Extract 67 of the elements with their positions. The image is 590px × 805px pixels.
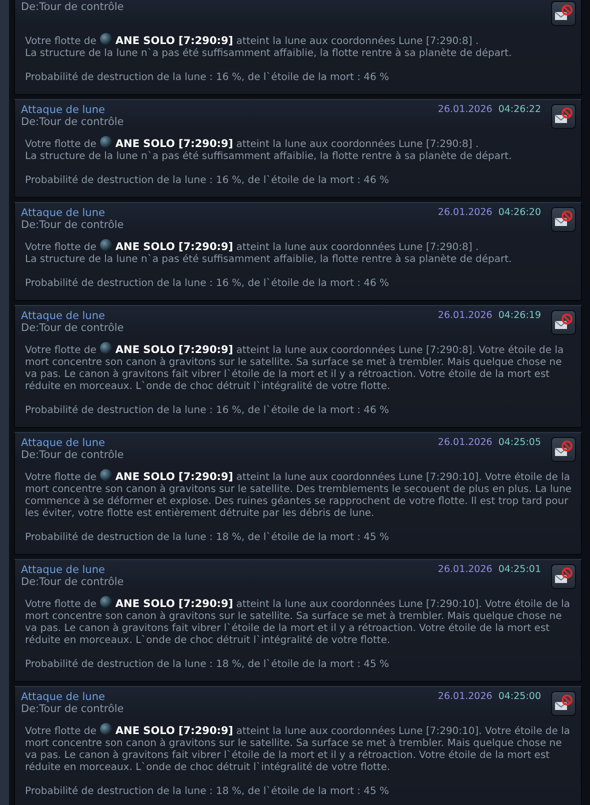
- message-title[interactable]: Attaque de lune: [21, 691, 124, 703]
- message-sender: De:Tour de contrôle: [21, 1, 124, 13]
- message-text: Votre flotte de ANE SOLO [7:290:9] atteint la lune aux coordonnées Lune [7:290:10]. Votre étoile de la mort concentre son canon à gravitons sur le satellite. Sa surface se met à trembler. Mais quelque chose ne va pas. Le canon à gravitons fait vibrer l`étoile de la mort et il y a rétroaction. Votre étoile de la mort est réduite en morceaux. L`onde de choc détruit l`intégralité de votre flotte.: [25, 723, 572, 774]
- planet-icon: [100, 596, 112, 608]
- mail-delete-icon: [554, 694, 573, 713]
- delete-button[interactable]: [551, 104, 576, 129]
- mail-delete-icon: [554, 107, 573, 126]
- probability-text: Probabilité de destruction de la lune : 18 %, de l`étoile de la mort : 45 %: [25, 532, 390, 544]
- delete-button[interactable]: [551, 437, 576, 462]
- message-title[interactable]: Attaque de lune: [21, 104, 124, 116]
- message-time: 04:26:20: [498, 207, 541, 219]
- mail-delete-icon: [554, 313, 573, 332]
- message-title[interactable]: Attaque de lune: [21, 207, 124, 219]
- message-time: 04:25:05: [498, 437, 541, 449]
- message-text: Votre flotte de ANE SOLO [7:290:9] atteint la lune aux coordonnées Lune [7:290:10]. Votre étoile de la mort concentre son canon à gravitons sur le satellite. Sa surface se met à trembler. Mais quelque chose ne va pas. Le canon à gravitons fait vibrer l`étoile de la mort et il y a rétroaction. Votre étoile de la mort est réduite en morceaux. L`onde de choc détruit l`intégralité de votre flotte.: [25, 596, 572, 647]
- probability-text: Probabilité de destruction de la lune : 16 %, de l`étoile de la mort : 46 %: [25, 405, 390, 417]
- message-text: Votre flotte de ANE SOLO [7:290:9] atteint la lune aux coordonnées Lune [7:290:8] . La structure de la lune n`a pas été suffisamment affaiblie, la flotte rentre à sa planète de départ.: [25, 33, 513, 60]
- player-name[interactable]: ANE SOLO [7:290:9]: [115, 725, 234, 737]
- message-sender: De:Tour de contrôle: [21, 449, 124, 461]
- delete-button[interactable]: [551, 310, 576, 335]
- message-sender: De:Tour de contrôle: [21, 116, 124, 128]
- probability-text: Probabilité de destruction de la lune : 18 %, de l`étoile de la mort : 45 %: [25, 786, 390, 798]
- message-date: 26.01.2026: [438, 691, 492, 703]
- message-time: 04:26:22: [498, 104, 541, 116]
- probability-text: Probabilité de destruction de la lune : 16 %, de l`étoile de la mort : 46 %: [25, 175, 390, 187]
- message-time: 04:25:01: [498, 564, 541, 576]
- planet-icon: [100, 33, 112, 45]
- probability-text: Probabilité de destruction de la lune : 18 %, de l`étoile de la mort : 45 %: [25, 659, 390, 671]
- player-name[interactable]: ANE SOLO [7:290:9]: [115, 241, 234, 253]
- message-date: 26.01.2026: [438, 437, 492, 449]
- player-name[interactable]: ANE SOLO [7:290:9]: [115, 344, 234, 356]
- message-time: 04:25:00: [498, 691, 541, 703]
- planet-icon: [100, 469, 112, 481]
- planet-icon: [100, 136, 112, 148]
- delete-button[interactable]: [551, 691, 576, 716]
- message-title[interactable]: Attaque de lune: [21, 310, 124, 322]
- message-date: 26.01.2026: [438, 207, 492, 219]
- player-name[interactable]: ANE SOLO [7:290:9]: [115, 598, 234, 610]
- planet-icon: [100, 723, 112, 735]
- message-title[interactable]: Attaque de lune: [21, 437, 124, 449]
- probability-text: Probabilité de destruction de la lune : 16 %, de l`étoile de la mort : 46 %: [25, 278, 390, 290]
- message-sender: De:Tour de contrôle: [21, 703, 124, 715]
- player-name[interactable]: ANE SOLO [7:290:9]: [115, 138, 234, 150]
- planet-icon: [100, 342, 112, 354]
- mail-delete-icon: [554, 567, 573, 586]
- message-text: Votre flotte de ANE SOLO [7:290:9] atteint la lune aux coordonnées Lune [7:290:10]. Votre étoile de la mort concentre son canon à gravitons sur le satellite. Des tremblements le secouent de plus en plus. La lune commence à se déformer et explose. Des ruines géantes se rapprochent de votre flotte. Il est trop tard pour les éviter, votre flotte est entièrement détruite par les débris de lune.: [25, 469, 572, 520]
- mail-delete-icon: [554, 210, 573, 229]
- mail-delete-icon: [554, 4, 573, 23]
- message-sender: De:Tour de contrôle: [21, 576, 124, 588]
- message-text: Votre flotte de ANE SOLO [7:290:9] atteint la lune aux coordonnées Lune [7:290:8]. Votre étoile de la mort concentre son canon à gravitons sur le satellite. Sa surface se met à trembler. Mais quelque chose ne va pas. Le canon à gravitons fait vibrer l`étoile de la mort et il y a rétroaction. Votre étoile de la mort est réduite en morceaux. L`onde de choc détruit l`intégralité de votre flotte.: [25, 342, 565, 393]
- message-date: 26.01.2026: [438, 104, 492, 116]
- mail-delete-icon: [554, 440, 573, 459]
- planet-icon: [100, 239, 112, 251]
- message-date: 26.01.2026: [438, 564, 492, 576]
- delete-button[interactable]: [551, 207, 576, 232]
- player-name[interactable]: ANE SOLO [7:290:9]: [115, 35, 234, 47]
- message-sender: De:Tour de contrôle: [21, 322, 124, 334]
- message-time: 04:26:19: [498, 310, 541, 322]
- message-text: Votre flotte de ANE SOLO [7:290:9] atteint la lune aux coordonnées Lune [7:290:8] . La structure de la lune n`a pas été suffisamment affaiblie, la flotte rentre à sa planète de départ.: [25, 136, 513, 163]
- probability-text: Probabilité de destruction de la lune : 16 %, de l`étoile de la mort : 46 %: [25, 72, 390, 84]
- message-title[interactable]: Attaque de lune: [21, 564, 124, 576]
- message-sender: De:Tour de contrôle: [21, 219, 124, 231]
- delete-button[interactable]: [551, 1, 576, 26]
- player-name[interactable]: ANE SOLO [7:290:9]: [115, 471, 234, 483]
- message-text: Votre flotte de ANE SOLO [7:290:9] atteint la lune aux coordonnées Lune [7:290:8] . La structure de la lune n`a pas été suffisamment affaiblie, la flotte rentre à sa planète de départ.: [25, 239, 513, 266]
- delete-button[interactable]: [551, 564, 576, 589]
- message-date: 26.01.2026: [438, 310, 492, 322]
